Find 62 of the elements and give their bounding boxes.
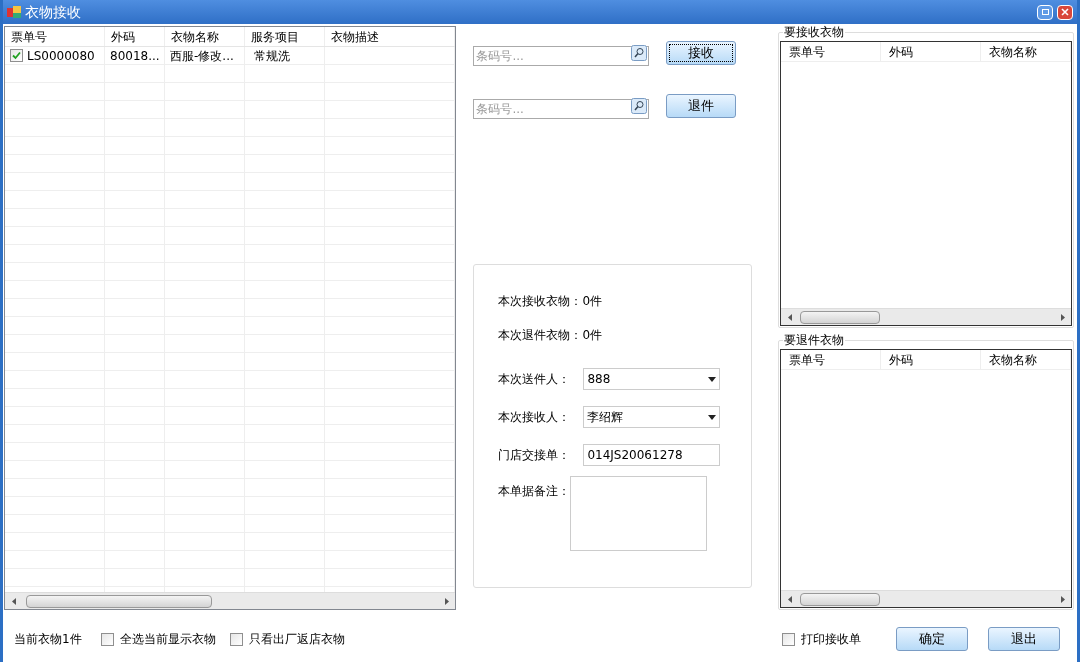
- column-header[interactable]: 外码: [105, 27, 165, 46]
- table-cell: 西服-修改...: [170, 47, 234, 65]
- window-title: 衣物接收: [25, 2, 81, 22]
- search-icon[interactable]: [631, 45, 648, 61]
- horizontal-scrollbar[interactable]: [5, 592, 456, 609]
- scroll-right-icon[interactable]: [444, 597, 449, 605]
- field-label: 门店交接单：: [498, 447, 572, 464]
- search-icon[interactable]: [631, 98, 648, 114]
- table-cell: LS0000080: [27, 47, 95, 65]
- checkbox-label[interactable]: 只看出厂返店衣物: [248, 630, 345, 648]
- column-header[interactable]: 外码: [881, 350, 981, 369]
- checkbox[interactable]: [100, 632, 114, 646]
- scroll-left-icon[interactable]: [787, 595, 792, 603]
- action-button[interactable]: 接收: [666, 41, 737, 65]
- column-header[interactable]: 衣物名称: [165, 27, 245, 46]
- checkbox[interactable]: [10, 49, 23, 62]
- column-header[interactable]: 票单号: [781, 350, 881, 369]
- column-header[interactable]: 票单号: [781, 42, 881, 61]
- column-header[interactable]: 服务项目: [245, 27, 325, 46]
- scroll-left-icon[interactable]: [787, 313, 792, 321]
- close-button[interactable]: [1057, 4, 1073, 20]
- column-header[interactable]: 外码: [881, 42, 981, 61]
- scroll-right-icon[interactable]: [1060, 313, 1065, 321]
- item-count: 当前衣物1件: [14, 631, 82, 648]
- close-icon: [1061, 8, 1069, 16]
- app-icon: [7, 5, 21, 19]
- barcode-field[interactable]: 条码号...: [473, 46, 650, 66]
- checkbox[interactable]: [229, 632, 243, 646]
- field-label: 本单据备注：: [498, 484, 571, 498]
- count-text: 本次接收衣物：0件: [498, 293, 604, 310]
- count-text: 本次退件衣物：0件: [498, 327, 604, 344]
- scroll-thumb[interactable]: [800, 593, 880, 606]
- scroll-thumb[interactable]: [800, 311, 880, 324]
- action-button[interactable]: 退出: [988, 627, 1060, 651]
- column-header[interactable]: 衣物描述: [325, 27, 455, 46]
- group-title: 要退件衣物: [783, 333, 845, 347]
- checkbox[interactable]: [782, 632, 795, 646]
- column-header[interactable]: 衣物名称: [981, 350, 1071, 369]
- barcode-field[interactable]: 条码号...: [473, 99, 650, 119]
- caret-icon: [708, 414, 717, 420]
- restore-button[interactable]: [1037, 4, 1053, 20]
- input-field[interactable]: 014JS20061278: [583, 444, 721, 466]
- caret-icon: [708, 376, 717, 382]
- action-button[interactable]: 退件: [666, 94, 737, 118]
- horizontal-scrollbar[interactable]: [781, 308, 1071, 325]
- horizontal-scrollbar[interactable]: [781, 590, 1071, 607]
- dropdown[interactable]: 888: [583, 368, 721, 390]
- remark-field[interactable]: [570, 476, 708, 551]
- checkbox-label[interactable]: 全选当前显示衣物: [119, 630, 216, 648]
- checkbox-label[interactable]: 打印接收单: [801, 630, 861, 648]
- group-title: 要接收衣物: [783, 25, 845, 39]
- action-button[interactable]: 确定: [896, 627, 968, 651]
- column-header[interactable]: 衣物名称: [981, 42, 1071, 61]
- table-cell: 80018...: [110, 47, 160, 65]
- scroll-left-icon[interactable]: [11, 597, 16, 605]
- scroll-right-icon[interactable]: [1060, 595, 1065, 603]
- field-label: 本次送件人：: [498, 371, 572, 388]
- dropdown[interactable]: 李绍辉: [583, 406, 721, 428]
- scroll-thumb[interactable]: [26, 595, 212, 608]
- field-label: 本次接收人：: [498, 409, 572, 426]
- column-header[interactable]: 票单号: [5, 27, 105, 46]
- table-cell-text: 常规洗: [253, 47, 290, 65]
